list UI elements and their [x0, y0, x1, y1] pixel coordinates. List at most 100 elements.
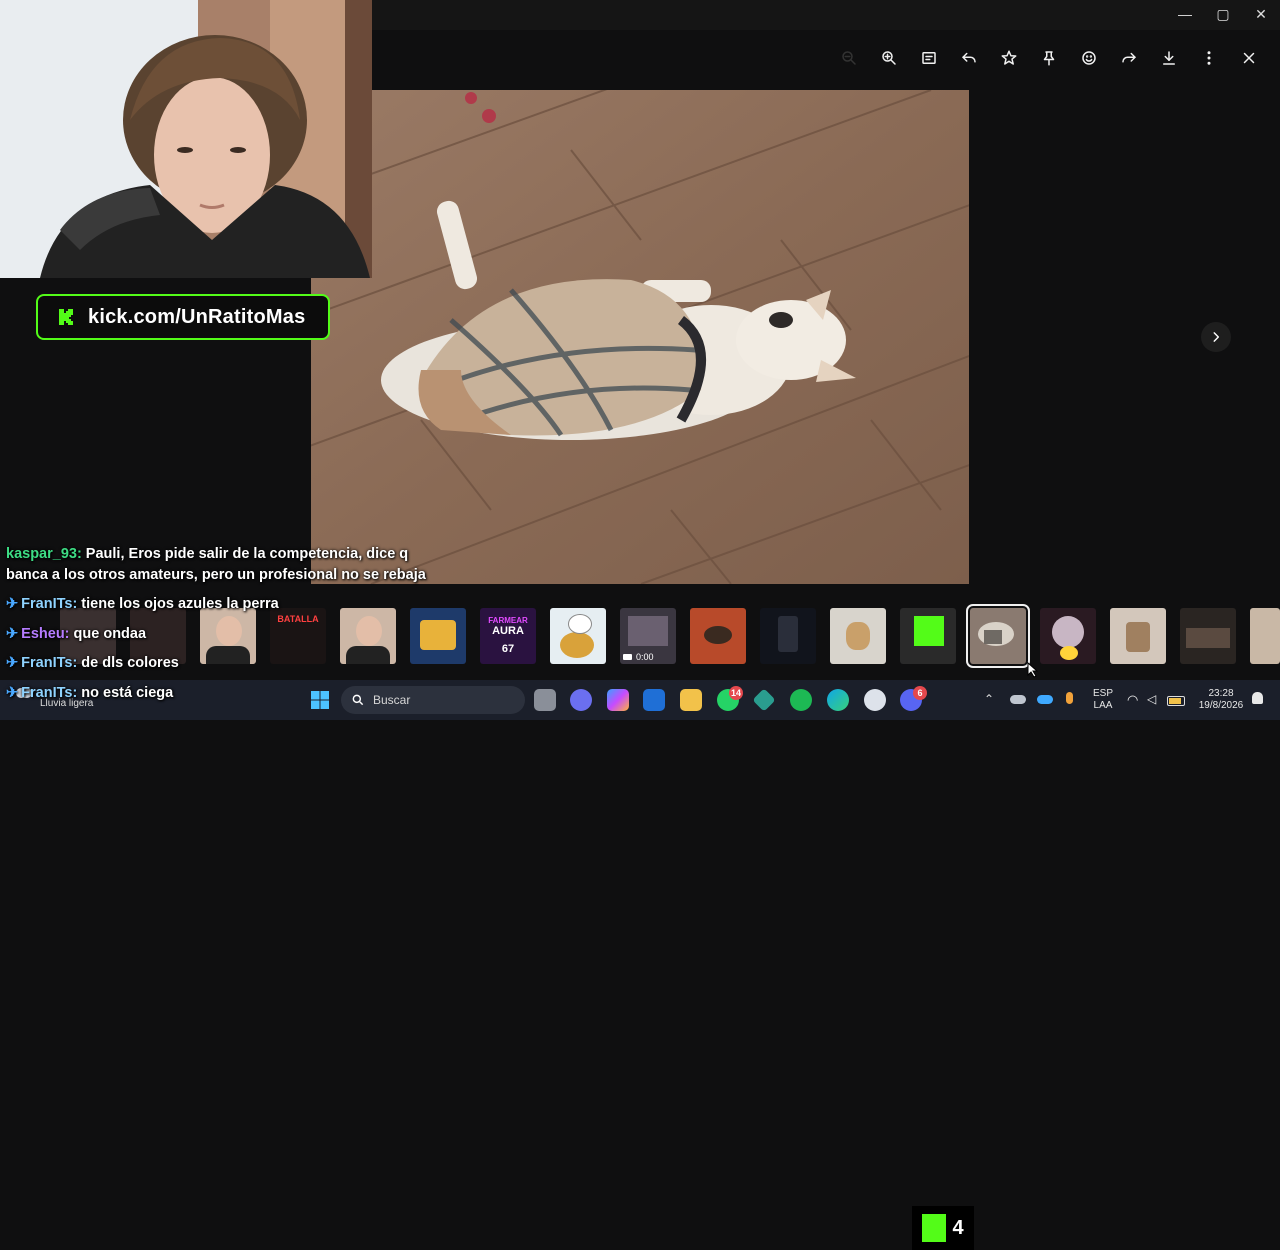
- clock[interactable]: 23:28 19/8/2026: [1192, 688, 1250, 712]
- thumbnail-aura-flyer[interactable]: FARMEAR AURA 67: [480, 608, 536, 664]
- star-icon: [1001, 50, 1017, 65]
- close-icon: [1243, 52, 1255, 64]
- kick-k-logo-icon: [914, 616, 944, 646]
- keyboard-layout: LAA: [1093, 700, 1113, 711]
- forward-button[interactable]: [1116, 46, 1142, 70]
- search-icon: [352, 694, 364, 706]
- pin-button[interactable]: [1036, 46, 1062, 70]
- thumbnail-video[interactable]: 0:00: [620, 608, 676, 664]
- chevron-right-icon: [1213, 332, 1220, 342]
- thumbnail-battle-flyer[interactable]: BATALLA: [270, 608, 326, 664]
- more-icon: [1207, 51, 1211, 65]
- chat-text: no está ciega: [77, 685, 174, 701]
- aura-flyer-line-2: AURA: [492, 625, 524, 637]
- zoom-in-icon: [882, 51, 896, 65]
- pin-icon: [1043, 51, 1055, 66]
- emoji-icon: [1082, 51, 1096, 65]
- thumbnail-11[interactable]: [760, 608, 816, 664]
- wifi-icon[interactable]: ◠: [1127, 692, 1138, 708]
- chat-username: kaspar_93:: [6, 546, 82, 562]
- caption-button[interactable]: [916, 46, 942, 70]
- battery-icon[interactable]: [1167, 696, 1185, 706]
- main-photo-dog: [311, 90, 969, 584]
- window-close-button[interactable]: ✕: [1242, 3, 1280, 25]
- clock-time: 23:28: [1208, 688, 1234, 699]
- video-camera-icon: [623, 654, 632, 660]
- media-viewer-toolbar: [372, 30, 1280, 88]
- windows-logo-icon: [311, 691, 329, 709]
- thumbnail-17[interactable]: [1180, 608, 1236, 664]
- next-image-button[interactable]: [1201, 322, 1231, 352]
- kick-count: 4: [952, 1216, 964, 1239]
- chat-text: tiene los ojos azules la perra: [77, 596, 279, 612]
- chat-message-5: ✈ FranITs: no está ciega: [6, 683, 173, 704]
- minimize-button[interactable]: —: [1166, 3, 1204, 25]
- language-indicator[interactable]: ESP LAA: [1088, 688, 1118, 712]
- chat-username: FranITs:: [21, 596, 78, 612]
- star-button[interactable]: [996, 46, 1022, 70]
- kick-logo-icon: [59, 309, 73, 325]
- copilot-icon[interactable]: [607, 689, 629, 711]
- thumbnail-13[interactable]: [900, 608, 956, 664]
- task-view-icon[interactable]: [534, 689, 556, 711]
- spotify-icon[interactable]: [790, 689, 812, 711]
- thumbnail-6[interactable]: [410, 608, 466, 664]
- mouse-cursor-icon: [1027, 661, 1039, 683]
- microphone-icon[interactable]: [1066, 692, 1073, 704]
- maximize-icon: ▢: [1216, 5, 1230, 22]
- notification-bell-icon[interactable]: [1252, 692, 1263, 704]
- file-explorer-icon[interactable]: [680, 689, 702, 711]
- emoji-button[interactable]: [1076, 46, 1102, 70]
- chat-username: FranITs:: [21, 655, 78, 671]
- download-icon: [1163, 51, 1175, 65]
- kick-url: kick.com/UnRatitoMas: [88, 305, 306, 328]
- thumbnail-3[interactable]: [200, 608, 256, 664]
- onedrive-gray-icon[interactable]: [1010, 695, 1026, 704]
- pin-icon: ✈: [6, 626, 19, 642]
- search-placeholder: Buscar: [373, 693, 411, 707]
- chat-text: de dls colores: [77, 655, 179, 671]
- onedrive-blue-icon[interactable]: [1037, 695, 1053, 704]
- volume-icon[interactable]: ◁: [1147, 692, 1156, 706]
- chat-username: FranITs:: [21, 685, 78, 701]
- reply-button[interactable]: [956, 46, 982, 70]
- taskbar-search[interactable]: Buscar: [341, 686, 525, 714]
- kick-channel-banner: kick.com/UnRatitoMas: [36, 294, 330, 340]
- video-duration: 0:00: [636, 652, 654, 662]
- caption-icon: [922, 52, 936, 64]
- edge-icon[interactable]: [827, 689, 849, 711]
- zoom-in-button[interactable]: [876, 46, 902, 70]
- pin-icon: ✈: [6, 655, 19, 671]
- thumbnail-10[interactable]: [690, 608, 746, 664]
- tray-chevron-up-icon[interactable]: ⌃: [984, 692, 994, 706]
- chat-message-2: ✈ FranITs: tiene los ojos azules la perra: [6, 594, 279, 615]
- viewer-close-button[interactable]: [1236, 46, 1262, 70]
- thumbnail-12[interactable]: [830, 608, 886, 664]
- download-button[interactable]: [1156, 46, 1182, 70]
- chat-message-3: ✈ Esheu: que ondaa: [6, 624, 146, 645]
- clock-date: 19/8/2026: [1198, 700, 1244, 711]
- maximize-button[interactable]: ▢: [1204, 3, 1242, 25]
- start-button[interactable]: [310, 690, 330, 710]
- thumbnail-18[interactable]: [1250, 608, 1280, 664]
- pin-icon: ✈: [6, 596, 19, 612]
- teams-icon[interactable]: [570, 689, 592, 711]
- more-button[interactable]: [1196, 46, 1222, 70]
- thumbnail-16[interactable]: [1110, 608, 1166, 664]
- reply-icon: [962, 52, 976, 63]
- chrome-icon[interactable]: [864, 689, 886, 711]
- window-close-icon: ✕: [1255, 5, 1267, 22]
- minimize-icon: —: [1178, 6, 1192, 22]
- aura-flyer-line-1: FARMEAR: [488, 616, 528, 625]
- zoom-out-button[interactable]: [836, 46, 862, 70]
- thumbnail-15[interactable]: [1040, 608, 1096, 664]
- thumbnail-8[interactable]: [550, 608, 606, 664]
- outlook-icon[interactable]: [643, 689, 665, 711]
- forward-icon: [1122, 52, 1136, 63]
- aura-flyer-line-3: 67: [501, 643, 515, 655]
- chat-text: que ondaa: [69, 626, 147, 642]
- chat-message-4: ✈ FranITs: de dls colores: [6, 653, 179, 674]
- thumbnail-selected-dog[interactable]: [966, 604, 1030, 668]
- thumbnail-5[interactable]: [340, 608, 396, 664]
- chat-text: banca a los otros amateurs, pero un prof…: [6, 567, 426, 583]
